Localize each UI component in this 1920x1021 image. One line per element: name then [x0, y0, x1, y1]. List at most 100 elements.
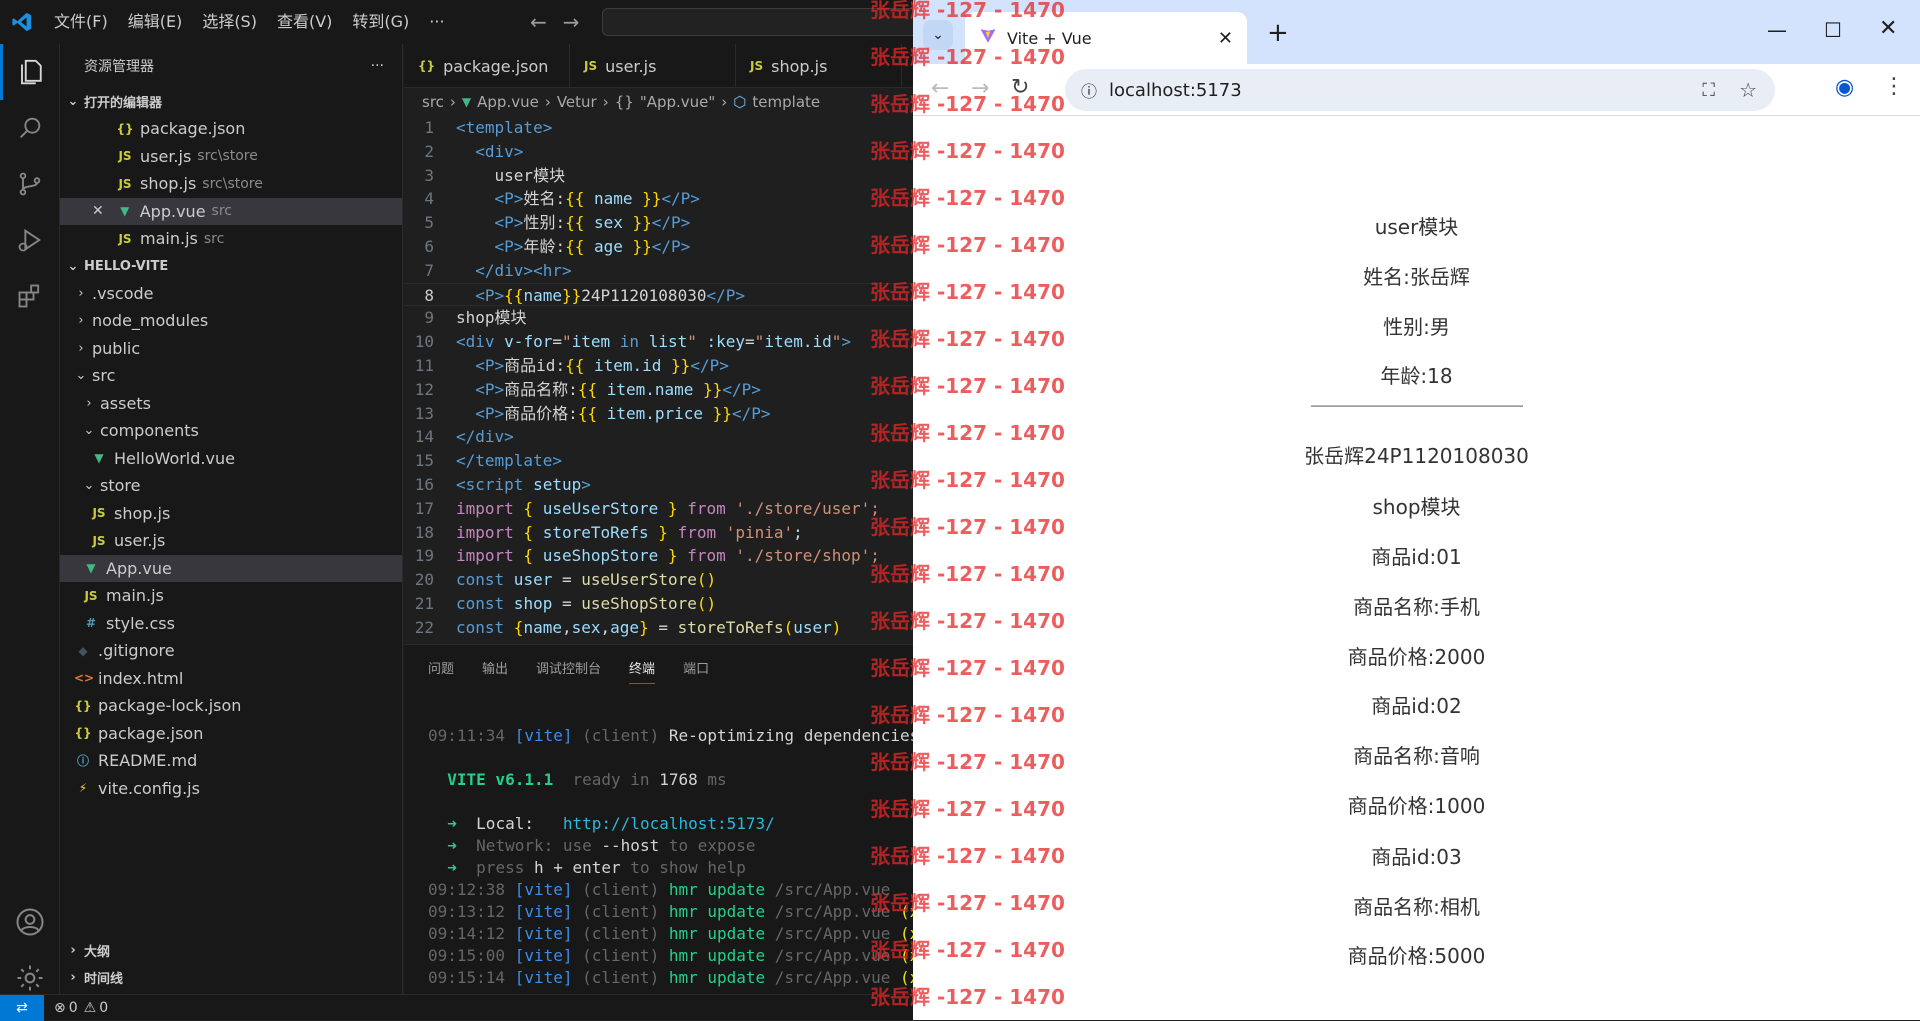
editor-tab[interactable]: JS user.js [570, 44, 736, 88]
menu-item[interactable]: 查看(V) [267, 0, 342, 44]
warning-icon[interactable]: ⚠ [84, 1000, 97, 1016]
outline-section[interactable]: › 大纲 [60, 937, 403, 964]
search-icon[interactable] [0, 100, 60, 156]
tree-item[interactable]: ⌄ store [60, 472, 402, 500]
file-name: main.js [140, 229, 198, 249]
tree-item[interactable]: › public [60, 335, 402, 363]
run-debug-icon[interactable] [0, 212, 60, 268]
editor-tab[interactable]: {} package.json [404, 44, 570, 88]
code-token: ; [793, 522, 803, 542]
tree-item[interactable]: › assets [60, 390, 402, 418]
close-window-icon[interactable]: ✕ [1879, 16, 1897, 41]
close-icon[interactable]: ✕ [92, 203, 104, 219]
tree-item[interactable]: ⓘ README.md [60, 747, 402, 775]
profile-icon[interactable]: ◉ [1835, 75, 1854, 100]
breadcrumb-item[interactable]: "App.vue" [640, 93, 715, 111]
vscode-window: 文件(F) 编辑(E) 选择(S) 查看(V) 转到(G) ··· ← → 资源… [0, 0, 948, 1021]
terminal-line: ➜ Network: use --host to expose [428, 835, 913, 857]
close-tab-icon[interactable]: ✕ [1218, 28, 1233, 49]
tree-item[interactable]: {} package-lock.json [60, 692, 402, 720]
forward-arrow-icon[interactable]: → [563, 10, 580, 34]
extensions-icon[interactable] [0, 268, 60, 324]
code-token: from [687, 546, 726, 566]
menu-item[interactable]: 编辑(E) [118, 0, 193, 44]
open-editor-item[interactable]: JS user.js src\store [60, 143, 402, 171]
open-editor-item[interactable]: JS shop.js src\store [60, 170, 402, 198]
tab-label: user.js [605, 56, 657, 76]
tree-item[interactable]: ⚡ vite.config.js [60, 775, 402, 803]
tree-item[interactable]: › node_modules [60, 307, 402, 335]
account-icon[interactable] [0, 894, 60, 950]
panel-tab[interactable]: 终端 [629, 658, 656, 684]
code-line: 16 <script setup> [404, 473, 913, 497]
breadcrumb-item[interactable]: src [422, 93, 444, 111]
open-editor-item[interactable]: {} package.json [60, 115, 402, 143]
watermark-text: 张岳辉 -127 - 1470 [870, 280, 1065, 304]
tree-item[interactable]: JS main.js [60, 582, 402, 610]
new-tab-icon[interactable]: + [1267, 18, 1289, 48]
terminal-line: 09:12:38 [vite] (client) hmr update /src… [428, 879, 913, 901]
maximize-icon[interactable]: ☐ [1824, 18, 1842, 42]
site-info-icon[interactable]: ⓘ [1081, 78, 1097, 102]
tree-item[interactable]: <> index.html [60, 665, 402, 693]
explorer-icon[interactable] [0, 44, 60, 100]
code-token: useUserStore [542, 498, 659, 518]
panel-tab[interactable]: 输出 [482, 658, 508, 677]
vscode-logo-icon [0, 0, 44, 44]
git-file-icon: ◆ [78, 643, 88, 658]
terminal-output[interactable]: 09:11:34 [vite] (client) Re-optimizing d… [428, 725, 948, 989]
watermark-text: 张岳辉 -127 - 1470 [870, 656, 1065, 680]
breadcrumb-item[interactable]: template [752, 93, 820, 111]
menu-item[interactable]: ··· [419, 0, 454, 44]
tree-item[interactable]: JS user.js [60, 527, 402, 555]
panel-tab[interactable]: 问题 [428, 658, 454, 677]
address-bar[interactable]: ⓘ localhost:5173 ⛶ ☆ [1065, 69, 1775, 111]
error-icon[interactable]: ⊗ [54, 1000, 66, 1016]
tree-item[interactable]: ◆ .gitignore [60, 637, 402, 665]
source-control-icon[interactable] [0, 156, 60, 212]
watermark-text: 张岳辉 -127 - 1470 [870, 45, 1065, 69]
tree-item[interactable]: ⌄ src [60, 362, 402, 390]
code-token: { [513, 546, 543, 566]
watermark-text: 张岳辉 -127 - 1470 [870, 0, 1065, 22]
panel-tab[interactable]: 端口 [683, 658, 709, 677]
tree-item[interactable]: ⌄ components [60, 417, 402, 445]
menu-dots-icon[interactable]: ⋮ [1883, 74, 1905, 99]
code-line: 13 <P>商品价格:{{ item.price }}</P> [404, 402, 913, 426]
bookmark-star-icon[interactable]: ☆ [1739, 78, 1757, 102]
tree-item[interactable]: ▼ HelloWorld.vue [60, 445, 402, 473]
translate-icon[interactable]: ⛶ [1702, 80, 1715, 101]
tree-item[interactable]: # style.css [60, 610, 402, 638]
breadcrumb-item[interactable]: App.vue [477, 93, 539, 111]
project-section[interactable]: ⌄ HELLO-VITE [60, 253, 402, 280]
code-content: import { useUserStore } from './store/us… [456, 497, 880, 521]
tree-item[interactable]: {} package.json [60, 720, 402, 748]
breadcrumb-item[interactable]: Vetur [557, 93, 597, 111]
watermark-text: 张岳辉 -127 - 1470 [870, 515, 1065, 539]
js-file-icon: JS [92, 533, 106, 548]
file-type-icon: {} [418, 59, 436, 73]
file-name: package.json [140, 119, 246, 139]
line-number: 19 [414, 546, 434, 566]
code-editor[interactable]: 1 <template> 2 <div> 3 user模块 4 <P>姓名:{{ nam… [404, 116, 913, 644]
back-arrow-icon[interactable]: ← [530, 10, 547, 34]
open-editor-item[interactable]: ✕ ▼ App.vue src [60, 197, 402, 225]
tree-item[interactable]: › .vscode [60, 280, 402, 308]
menu-item[interactable]: 文件(F) [44, 0, 118, 44]
panel-tab[interactable]: 调试控制台 [536, 658, 601, 677]
open-editors-section[interactable]: ⌄ 打开的编辑器 [60, 88, 402, 115]
code-token: { [504, 617, 524, 637]
watermark-text: 张岳辉 -127 - 1470 [870, 92, 1065, 116]
more-actions-icon[interactable]: ··· [371, 58, 384, 74]
code-token: './store/shop'; [725, 546, 880, 566]
menu-item[interactable]: 选择(S) [192, 0, 267, 44]
menu-item[interactable]: 转到(G) [342, 0, 419, 44]
open-editor-item[interactable]: JS main.js src [60, 225, 402, 253]
tree-item[interactable]: JS shop.js [60, 500, 402, 528]
code-content: <div v-for="item in list" :key="item.id"… [456, 330, 851, 354]
tree-item-label: main.js [106, 586, 164, 606]
tree-item[interactable]: ▼ App.vue [60, 554, 402, 582]
timeline-section[interactable]: › 时间线 [60, 964, 403, 991]
minimize-icon[interactable]: — [1767, 18, 1787, 42]
remote-indicator-icon[interactable]: ⇄ [0, 994, 44, 1021]
